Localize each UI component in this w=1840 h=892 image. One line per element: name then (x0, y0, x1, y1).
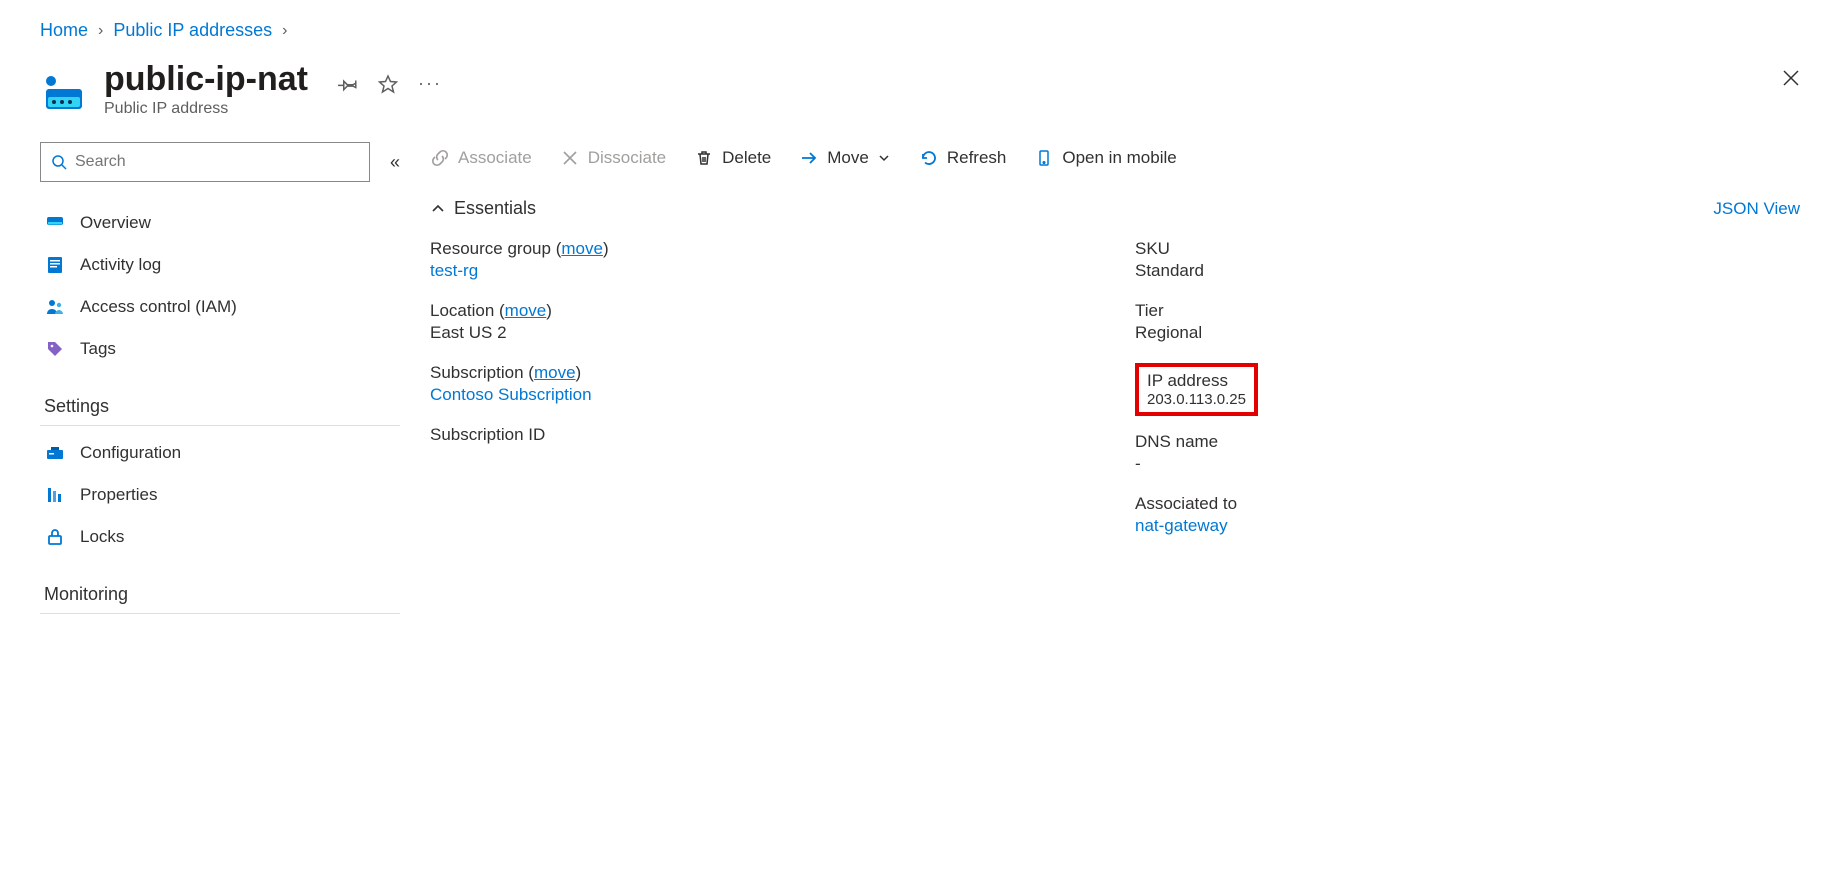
sidebar-item-label: Tags (80, 339, 116, 359)
collapse-sidebar-icon[interactable]: « (390, 152, 400, 173)
sidebar-item-overview[interactable]: Overview (40, 202, 400, 244)
ip-address-value: 203.0.113.0.25 (1147, 391, 1246, 408)
field-dns-name: DNS name - (1135, 432, 1800, 474)
mobile-icon (1034, 148, 1054, 168)
dissociate-button[interactable]: Dissociate (560, 148, 666, 168)
refresh-button[interactable]: Refresh (919, 148, 1007, 168)
sidebar-item-properties[interactable]: Properties (40, 474, 400, 516)
field-subscription: Subscription (move) Contoso Subscription (430, 363, 1095, 405)
page-header: public-ip-nat Public IP address ··· (40, 61, 1800, 118)
chevron-right-icon: › (282, 22, 287, 40)
delete-icon (694, 148, 714, 168)
page-subtitle: Public IP address (104, 100, 308, 118)
sidebar-item-configuration[interactable]: Configuration (40, 432, 400, 474)
locks-icon (44, 526, 66, 548)
refresh-icon (919, 148, 939, 168)
field-location: Location (move) East US 2 (430, 301, 1095, 343)
sidebar-item-locks[interactable]: Locks (40, 516, 400, 558)
sidebar-item-access-control[interactable]: Access control (IAM) (40, 286, 400, 328)
breadcrumb-parent[interactable]: Public IP addresses (113, 20, 272, 41)
move-button[interactable]: Move (799, 148, 891, 168)
search-input-wrapper[interactable] (40, 142, 370, 182)
page-title: public-ip-nat (104, 61, 308, 98)
field-sku: SKU Standard (1135, 239, 1800, 281)
search-icon (51, 154, 67, 170)
associate-label: Associate (458, 148, 532, 168)
delete-label: Delete (722, 148, 771, 168)
associated-to-link[interactable]: nat-gateway (1135, 516, 1800, 536)
essentials-toggle[interactable]: Essentials (430, 198, 536, 219)
sidebar-item-label: Activity log (80, 255, 161, 275)
sidebar-group-monitoring: Monitoring (40, 578, 400, 614)
field-ip-address-highlighted: IP address 203.0.113.0.25 (1135, 363, 1258, 416)
dissociate-label: Dissociate (588, 148, 666, 168)
open-mobile-button[interactable]: Open in mobile (1034, 148, 1176, 168)
move-label: Move (827, 148, 869, 168)
close-icon[interactable] (1782, 69, 1800, 87)
search-input[interactable] (75, 153, 359, 171)
access-control-icon (44, 296, 66, 318)
move-icon (799, 148, 819, 168)
properties-icon (44, 484, 66, 506)
pin-icon[interactable] (338, 74, 358, 94)
sidebar: « Overview Activity log Access control (… (40, 142, 430, 620)
subscription-link[interactable]: Contoso Subscription (430, 385, 1095, 405)
delete-button[interactable]: Delete (694, 148, 771, 168)
sidebar-item-label: Locks (80, 527, 124, 547)
location-value: East US 2 (430, 323, 1095, 343)
chevron-down-icon (877, 151, 891, 165)
command-bar: Associate Dissociate Delete (430, 148, 1800, 168)
sidebar-item-label: Access control (IAM) (80, 297, 237, 317)
field-associated-to: Associated to nat-gateway (1135, 494, 1800, 536)
field-subscription-id: Subscription ID (430, 425, 1095, 445)
more-icon[interactable]: ··· (418, 73, 442, 94)
essentials-grid: Resource group (move) test-rg Location (… (430, 239, 1800, 556)
sidebar-item-label: Configuration (80, 443, 181, 463)
json-view-link[interactable]: JSON View (1713, 199, 1800, 219)
open-mobile-label: Open in mobile (1062, 148, 1176, 168)
chevron-right-icon: › (98, 22, 103, 40)
associate-button[interactable]: Associate (430, 148, 532, 168)
dns-name-value: - (1135, 454, 1800, 474)
resource-group-link[interactable]: test-rg (430, 261, 1095, 281)
sku-value: Standard (1135, 261, 1800, 281)
public-ip-icon (40, 67, 88, 115)
sidebar-item-activity-log[interactable]: Activity log (40, 244, 400, 286)
breadcrumb-home[interactable]: Home (40, 20, 88, 41)
move-subscription-link[interactable]: move (534, 363, 576, 382)
configuration-icon (44, 442, 66, 464)
dissociate-icon (560, 148, 580, 168)
breadcrumb: Home › Public IP addresses › (40, 20, 1800, 41)
tags-icon (44, 338, 66, 360)
move-resource-group-link[interactable]: move (561, 239, 603, 258)
activity-log-icon (44, 254, 66, 276)
associate-icon (430, 148, 450, 168)
star-icon[interactable] (378, 74, 398, 94)
tier-value: Regional (1135, 323, 1800, 343)
move-location-link[interactable]: move (505, 301, 547, 320)
sidebar-item-label: Overview (80, 213, 151, 233)
refresh-label: Refresh (947, 148, 1007, 168)
field-tier: Tier Regional (1135, 301, 1800, 343)
chevron-up-icon (430, 201, 446, 217)
sidebar-item-label: Properties (80, 485, 157, 505)
sidebar-item-tags[interactable]: Tags (40, 328, 400, 370)
field-resource-group: Resource group (move) test-rg (430, 239, 1095, 281)
content-pane: Associate Dissociate Delete (430, 142, 1800, 620)
sidebar-group-settings: Settings (40, 390, 400, 426)
essentials-heading: Essentials (454, 198, 536, 219)
overview-icon (44, 212, 66, 234)
